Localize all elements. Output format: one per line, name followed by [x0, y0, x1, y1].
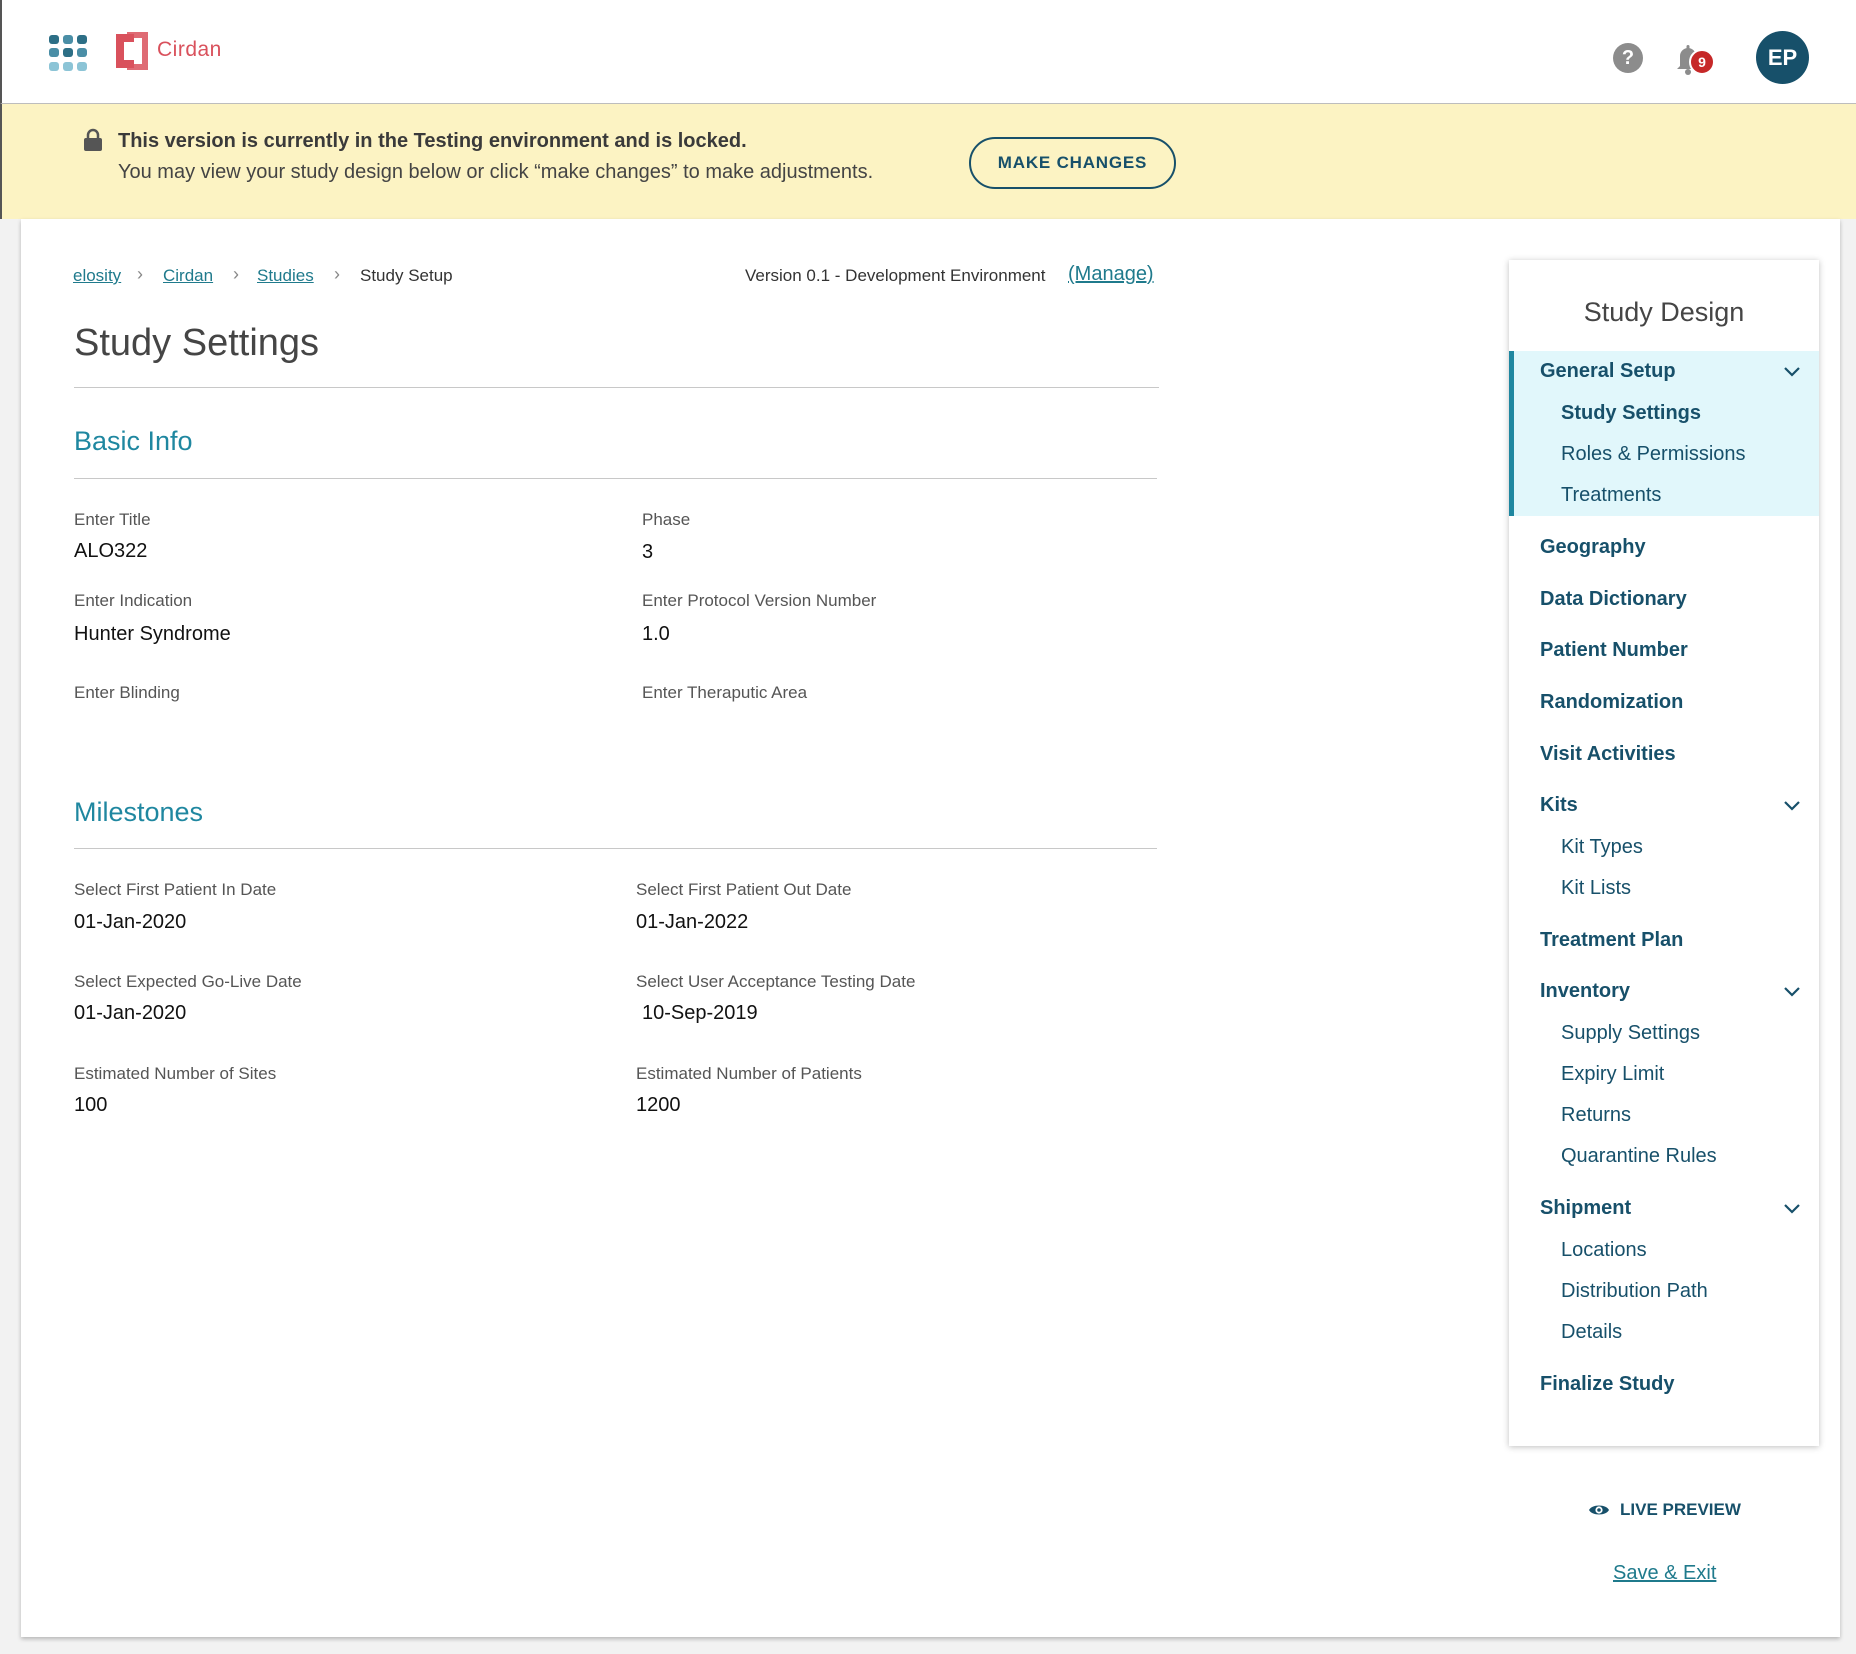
- app-launcher-icon[interactable]: [49, 35, 87, 71]
- nav-sub-supply-settings[interactable]: Supply Settings: [1561, 1022, 1700, 1045]
- field-value-indication: Hunter Syndrome: [74, 623, 231, 645]
- chevron-right-icon: ›: [137, 264, 143, 284]
- field-value-first-patient-out: 01-Jan-2022: [636, 911, 749, 933]
- field-label: Estimated Number of Sites: [74, 1064, 277, 1083]
- page-title: Study Settings: [74, 322, 320, 364]
- breadcrumb-item[interactable]: elosity: [73, 266, 121, 286]
- field-label: Select User Acceptance Testing Date: [636, 972, 916, 991]
- field-label: Estimated Number of Patients: [636, 1064, 862, 1083]
- field-label: Select Expected Go-Live Date: [74, 972, 302, 991]
- nav-sub-distribution-path[interactable]: Distribution Path: [1561, 1280, 1708, 1303]
- make-changes-button[interactable]: MAKE CHANGES: [969, 137, 1176, 189]
- nav-item-patient-number[interactable]: Patient Number: [1540, 639, 1688, 662]
- nav-item-finalize-study[interactable]: Finalize Study: [1540, 1373, 1674, 1396]
- field-value-uat-date: 10-Sep-2019: [642, 1002, 758, 1024]
- brand-name: Cirdan: [157, 38, 222, 61]
- nav-item-general-setup[interactable]: General Setup: [1540, 360, 1676, 383]
- divider: [74, 478, 1157, 479]
- chevron-down-icon[interactable]: [1783, 1203, 1801, 1215]
- live-preview-button[interactable]: LIVE PREVIEW: [1588, 1500, 1741, 1520]
- section-title-milestones: Milestones: [74, 797, 204, 827]
- version-info: Version 0.1 - Development Environment: [745, 266, 1046, 285]
- banner-subtitle: You may view your study design below or …: [118, 161, 874, 183]
- section-title-basic-info: Basic Info: [74, 426, 193, 456]
- field-value-sites: 100: [74, 1094, 108, 1116]
- nav-sub-kit-lists[interactable]: Kit Lists: [1561, 877, 1631, 900]
- field-label: Enter Title: [74, 510, 151, 529]
- field-label: Select First Patient In Date: [74, 880, 277, 899]
- notification-badge: 9: [1689, 49, 1715, 75]
- save-exit-link[interactable]: Save & Exit: [1613, 1562, 1716, 1585]
- breadcrumb-item[interactable]: Cirdan: [163, 266, 213, 286]
- field-label: Enter Theraputic Area: [642, 683, 808, 702]
- nav-title: Study Design: [1583, 297, 1745, 327]
- field-label: Phase: [642, 510, 691, 529]
- nav-item-data-dictionary[interactable]: Data Dictionary: [1540, 588, 1687, 611]
- breadcrumb-link[interactable]: Cirdan: [163, 266, 213, 285]
- manage-link[interactable]: (Manage): [1068, 263, 1154, 286]
- nav-item-inventory[interactable]: Inventory: [1540, 980, 1630, 1003]
- top-bar: [0, 0, 1856, 104]
- chevron-down-icon[interactable]: [1783, 366, 1801, 378]
- nav-sub-treatments[interactable]: Treatments: [1561, 484, 1661, 507]
- nav-sub-expiry-limit[interactable]: Expiry Limit: [1561, 1063, 1664, 1086]
- nav-sub-details[interactable]: Details: [1561, 1321, 1622, 1344]
- field-value-protocol-version: 1.0: [642, 623, 670, 645]
- nav-item-kits[interactable]: Kits: [1540, 794, 1578, 817]
- chevron-down-icon[interactable]: [1783, 800, 1801, 812]
- nav-item-treatment-plan[interactable]: Treatment Plan: [1540, 929, 1683, 952]
- field-value-first-patient-in: 01-Jan-2020: [74, 911, 187, 933]
- field-label: Select First Patient Out Date: [636, 880, 852, 899]
- nav-item-geography[interactable]: Geography: [1540, 536, 1646, 559]
- breadcrumb-current: Study Setup: [360, 266, 453, 285]
- nav-sub-returns[interactable]: Returns: [1561, 1104, 1631, 1127]
- field-value-go-live: 01-Jan-2020: [74, 1002, 187, 1024]
- nav-item-shipment[interactable]: Shipment: [1540, 1197, 1631, 1220]
- help-icon[interactable]: ?: [1613, 43, 1643, 73]
- breadcrumb-link[interactable]: Studies: [257, 266, 314, 285]
- field-value-phase: 3: [642, 541, 654, 563]
- cirdan-logo-icon: [116, 32, 148, 70]
- field-value-title: ALO322: [74, 540, 148, 562]
- eye-icon: [1589, 1505, 1609, 1515]
- nav-sub-locations[interactable]: Locations: [1561, 1239, 1647, 1262]
- field-label: Enter Blinding: [74, 683, 180, 702]
- divider: [74, 387, 1159, 388]
- breadcrumb-item[interactable]: Studies: [257, 266, 314, 286]
- nav-item-visit-activities[interactable]: Visit Activities: [1540, 743, 1676, 766]
- lock-icon: [84, 128, 102, 151]
- banner-title: This version is currently in the Testing…: [118, 130, 747, 152]
- nav-sub-kit-types[interactable]: Kit Types: [1561, 836, 1643, 859]
- user-avatar[interactable]: EP: [1756, 31, 1809, 84]
- field-label: Enter Protocol Version Number: [642, 591, 877, 610]
- nav-sub-quarantine-rules[interactable]: Quarantine Rules: [1561, 1145, 1717, 1168]
- breadcrumb-link[interactable]: elosity: [73, 266, 121, 285]
- nav-sub-roles-permissions[interactable]: Roles & Permissions: [1561, 443, 1746, 466]
- divider: [74, 848, 1157, 849]
- chevron-down-icon[interactable]: [1783, 986, 1801, 998]
- nav-item-randomization[interactable]: Randomization: [1540, 691, 1683, 714]
- brand-logo[interactable]: Cirdan: [114, 30, 222, 70]
- nav-sub-study-settings[interactable]: Study Settings: [1561, 402, 1701, 425]
- live-preview-label: LIVE PREVIEW: [1620, 1500, 1741, 1519]
- field-label: Enter Indication: [74, 591, 193, 610]
- chevron-right-icon: ›: [233, 264, 239, 284]
- chevron-right-icon: ›: [334, 264, 340, 284]
- field-value-patients: 1200: [636, 1094, 681, 1116]
